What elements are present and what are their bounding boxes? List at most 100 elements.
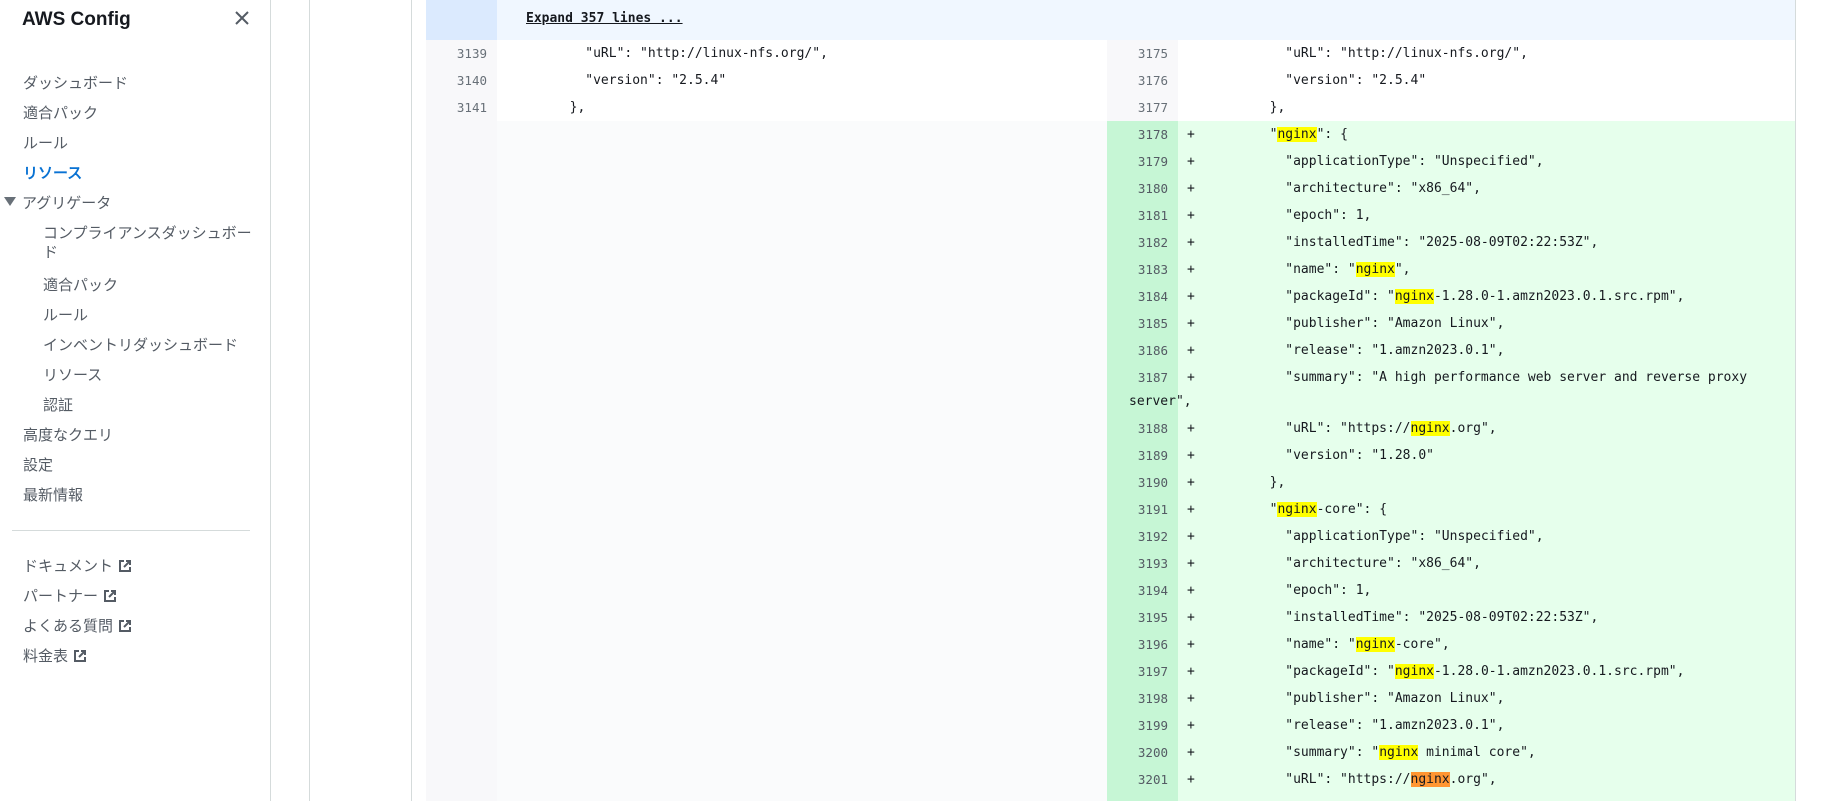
diff-added-line: 3201 + "uRL": "https://nginx.org", xyxy=(1107,766,1795,793)
line-number: 3184 xyxy=(1137,289,1168,304)
code-text: "uRL": "http://linux-nfs.org/", xyxy=(1207,46,1528,61)
search-match-highlight: nginx xyxy=(1410,772,1450,787)
sidebar-item-dashboard[interactable]: ダッシュボード xyxy=(0,74,294,93)
added-marker: + xyxy=(1187,583,1195,598)
code-text: "publisher": "Amazon Linux", xyxy=(1207,316,1505,331)
line-number: 3186 xyxy=(1137,343,1168,358)
sidebar-link-faq[interactable]: よくある質問 xyxy=(0,617,294,636)
diff-added-line: 3187 + "summary": "A high performance web… xyxy=(1107,364,1795,391)
sidebar-link-label[interactable]: ドキュメント xyxy=(23,558,113,575)
diff-added-line: 3185 + "publisher": "Amazon Linux", xyxy=(1107,310,1795,337)
sidebar-link-partners[interactable]: パートナー xyxy=(0,587,294,606)
sidebar-item-resources[interactable]: リソース xyxy=(0,164,294,183)
code-text: "applicationType": "Unspecified", xyxy=(1207,529,1544,544)
added-marker: + xyxy=(1187,421,1195,436)
search-match-highlight: nginx xyxy=(1410,421,1450,436)
side-navigation: AWS Config ダッシュボード 適合パック ルール リソース アグリゲータ… xyxy=(0,0,271,801)
sidebar-link-pricing[interactable]: 料金表 xyxy=(0,647,294,666)
line-number: 3196 xyxy=(1137,637,1168,652)
added-marker: + xyxy=(1187,637,1195,652)
sidebar-title: AWS Config xyxy=(22,9,131,30)
line-number: 3200 xyxy=(1137,745,1168,760)
diff-added-line: 3178 + "nginx": { xyxy=(1107,121,1795,148)
diff-added-line: 3199 + "release": "1.amzn2023.0.1", xyxy=(1107,712,1795,739)
sidebar-item-settings[interactable]: 設定 xyxy=(0,456,294,475)
line-number: 3185 xyxy=(1137,316,1168,331)
search-match-highlight: nginx xyxy=(1277,502,1317,517)
diff-line: 3139 "uRL": "http://linux-nfs.org/", xyxy=(426,40,1107,67)
diff-added-line: 3195 + "installedTime": "2025-08-09T02:22… xyxy=(1107,604,1795,631)
line-number: 3180 xyxy=(1137,181,1168,196)
search-match-highlight: nginx xyxy=(1379,745,1419,760)
added-marker: + xyxy=(1187,181,1195,196)
sidebar-item-conformance-packs[interactable]: 適合パック xyxy=(0,104,294,123)
sidebar-item-advanced-query[interactable]: 高度なクエリ xyxy=(0,426,294,445)
line-number: 3139 xyxy=(456,46,487,61)
sidebar-subitem-conformance-packs[interactable]: 適合パック xyxy=(0,276,253,295)
sidebar-link-label[interactable]: よくある質問 xyxy=(23,618,113,635)
line-number: 3181 xyxy=(1137,208,1168,223)
sidebar-item-whats-new[interactable]: 最新情報 xyxy=(0,486,294,505)
code-text: "epoch": 1, xyxy=(1207,208,1372,223)
diff-added-line: 3200 + "summary": "nginx minimal core", xyxy=(1107,739,1795,766)
external-link-icon xyxy=(119,560,132,572)
added-marker: + xyxy=(1187,208,1195,223)
code-text: "architecture": "x86_64", xyxy=(1207,181,1481,196)
diff-added-line: 3198 + "publisher": "Amazon Linux", xyxy=(1107,685,1795,712)
diff-line: 3175 "uRL": "http://linux-nfs.org/", xyxy=(1107,40,1795,67)
line-number: 3175 xyxy=(1137,46,1168,61)
sidebar-item-aggregators[interactable]: アグリゲータ xyxy=(0,194,293,213)
external-link-icon xyxy=(74,650,87,662)
sidebar-link-documentation[interactable]: ドキュメント xyxy=(0,557,294,576)
diff-added-line: 3190 + }, xyxy=(1107,469,1795,496)
sidebar-link-label[interactable]: 料金表 xyxy=(23,648,68,665)
added-marker: + xyxy=(1187,370,1195,385)
diff-added-line: 3197 + "packageId": "nginx-1.28.0-1.amzn2… xyxy=(1107,658,1795,685)
code-text: "installedTime": "2025-08-09T02:22:53Z", xyxy=(1207,610,1599,625)
diff-right-pane: 3175 "uRL": "http://linux-nfs.org/", 3176… xyxy=(1107,40,1795,801)
line-number: 3177 xyxy=(1137,100,1168,115)
diff-added-line: 3194 + "epoch": 1, xyxy=(1107,577,1795,604)
code-text: "name": "nginx", xyxy=(1207,262,1411,277)
diff-line: 3141 }, xyxy=(426,94,1107,121)
code-text: "version": "2.5.4" xyxy=(1207,73,1427,88)
diff-line: 3176 "version": "2.5.4" xyxy=(1107,67,1795,94)
line-number: 3194 xyxy=(1137,583,1168,598)
line-number: 3176 xyxy=(1137,73,1168,88)
code-text: "uRL": "http://linux-nfs.org/", xyxy=(507,46,828,61)
sidebar-subitem-inventory-dashboard[interactable]: インベントリダッシュボード xyxy=(0,336,253,355)
layout-divider xyxy=(309,0,310,801)
line-number: 3192 xyxy=(1137,529,1168,544)
search-match-highlight: nginx xyxy=(1355,262,1395,277)
sidebar-subitem-compliance-dashboard[interactable]: コンプライアンスダッシュボード xyxy=(0,224,253,262)
code-text: "packageId": "nginx-1.28.0-1.amzn2023.0.… xyxy=(1207,664,1685,679)
added-marker: + xyxy=(1187,502,1195,517)
sidebar-subitem-authorizations[interactable]: 認証 xyxy=(0,396,253,415)
diff-added-line: 3181 + "epoch": 1, xyxy=(1107,202,1795,229)
search-match-highlight: nginx xyxy=(1394,664,1434,679)
search-match-highlight: nginx xyxy=(1355,637,1395,652)
line-number: 3179 xyxy=(1137,154,1168,169)
diff-added-line: 3182 + "installedTime": "2025-08-09T02:22… xyxy=(1107,229,1795,256)
added-marker: + xyxy=(1187,343,1195,358)
code-text: "installedTime": "2025-08-09T02:22:53Z", xyxy=(1207,235,1599,250)
sidebar-item-rules[interactable]: ルール xyxy=(0,134,294,153)
code-text: "applicationType": "Unspecified", xyxy=(1207,154,1544,169)
sidebar-subitem-resources[interactable]: リソース xyxy=(0,366,253,385)
diff-line: 3177 }, xyxy=(1107,94,1795,121)
line-number: 3195 xyxy=(1137,610,1168,625)
code-text: "summary": "A high performance web serve… xyxy=(1207,370,1748,385)
line-number: 3193 xyxy=(1137,556,1168,571)
code-text: "version": "2.5.4" xyxy=(507,73,727,88)
added-marker: + xyxy=(1187,127,1195,142)
added-marker: + xyxy=(1187,235,1195,250)
close-icon[interactable] xyxy=(232,8,252,28)
sidebar-link-label[interactable]: パートナー xyxy=(23,588,98,605)
added-marker: + xyxy=(1187,772,1195,787)
code-text: "nginx": { xyxy=(1207,127,1348,142)
line-number: 3183 xyxy=(1137,262,1168,277)
expand-lines-link[interactable]: Expand 357 lines ... xyxy=(526,11,683,26)
line-number: 3140 xyxy=(456,73,487,88)
line-number: 3188 xyxy=(1137,421,1168,436)
sidebar-subitem-rules[interactable]: ルール xyxy=(0,306,253,325)
